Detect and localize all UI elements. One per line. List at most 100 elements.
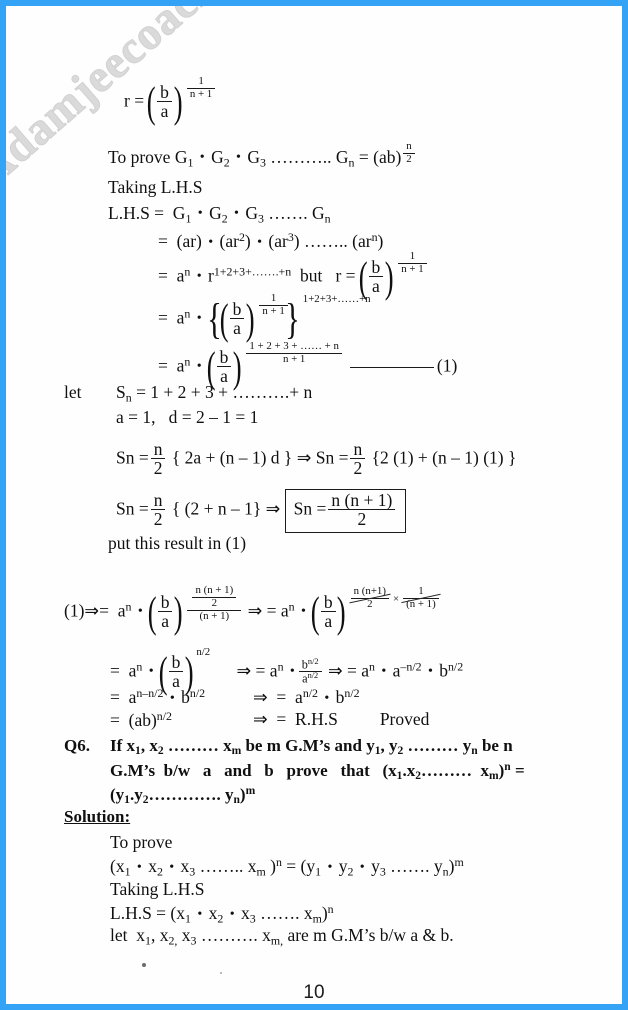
scan-speck	[220, 972, 222, 974]
exp-den-paren-n1: (n + 1)	[187, 609, 242, 622]
implies-arrow-4: ⇒ =	[236, 660, 266, 681]
solution-to-prove: To prove	[110, 832, 173, 852]
brace-group: ba 1n + 1	[204, 293, 303, 338]
fraction-b-over-a-7: ba	[168, 653, 184, 690]
fraction-n-over-2: n2	[403, 140, 415, 165]
label-but: but	[299, 265, 323, 286]
fraction-b-over-a-6: ba	[320, 593, 336, 630]
fraction-1-over-n1-strike: 1 (n + 1)	[403, 586, 439, 610]
exp-num-1: 1	[198, 75, 204, 88]
equation-ar-terms: = (ar) • (ar2) • (ar3) …….. (arn)	[158, 230, 384, 252]
exp-num-n: n	[406, 140, 412, 153]
exponent-1-over-n1-2: 1n + 1	[396, 251, 428, 276]
reference-arrow-label: (1)⇒=	[64, 600, 109, 621]
paren-b-over-a-6: ba	[308, 593, 349, 631]
fraction-b-over-a-3: ba	[229, 300, 245, 337]
equation-combine-result: ⇒ = an/2 • bn/2	[253, 686, 360, 708]
statement-to-prove: To prove G1 • G2 • G3 ……….. Gn = (ab) n 2	[108, 141, 417, 173]
equation-sn-series: Sn = 1 + 2 + 3 + ……….+ n	[116, 382, 313, 405]
equation-a-d-values: a = 1, d = 2 – 1 = 1	[116, 407, 259, 427]
solution-lhs-expression: L.H.S = (x1 • x2 • x3 ……. xm)n	[110, 902, 334, 926]
fraction-n-over-2-c: n2	[350, 440, 366, 477]
exponent-1-over-n1-3: 1n + 1	[257, 293, 289, 318]
fraction-b-over-a-5: ba	[157, 593, 173, 630]
fraction-bn2-over-an2: bn/2 an/2	[298, 657, 322, 685]
paren-b-over-a-2: ba	[356, 258, 397, 296]
equation-sn-formula: Sn = n 2 { 2a + (n – 1) d } ⇒ Sn = n 2 {2 (1…	[116, 440, 517, 478]
exp-num-sum: 1 + 2 + 3 + …… + n	[249, 340, 339, 353]
implies-arrow-5: ⇒ =	[327, 660, 357, 681]
equation-combine-exponents: = an–n/2 • bn/2	[110, 686, 206, 708]
equation-final-ab: = (ab)n/2	[110, 709, 172, 731]
solution-label: Solution:	[64, 807, 131, 826]
boxed-den: 2	[328, 509, 396, 528]
exp-den-n1: n + 1	[186, 87, 216, 100]
label-proved: Proved	[379, 709, 430, 729]
exponent-sum-series: 1+2+3+……+n	[302, 293, 371, 306]
equation-an-r-sum: = an • r1+2+3+…….+n but r =ba1n + 1	[158, 251, 429, 296]
exponent-one-over-n-plus-one: 1n + 1	[185, 75, 217, 101]
fraction-n-over-2-d: n2	[150, 491, 166, 528]
exp-den-2: 2	[403, 152, 415, 165]
fraction-b-over-a-4: ba	[216, 348, 232, 385]
solution-taking-lhs: Taking L.H.S	[110, 879, 205, 899]
question-q6-line3: (y1.y2…………. yn)m	[110, 784, 256, 807]
equation-lhs-product: L.H.S = G1 • G2 • G3 ……. Gn	[108, 203, 331, 226]
exponent-n-over-2-inline: n/2	[196, 646, 211, 659]
solution-let-statement: let x1, x2, x3 ………. xm, are m G.M’s b/w …	[110, 925, 454, 948]
paren-b-over-a-4: ba	[204, 348, 245, 386]
sn-brace-general: { 2a + (n – 1) d }	[171, 447, 293, 468]
fraction-b-over-a: ba	[157, 83, 172, 120]
multiply-sign: ×	[392, 592, 400, 605]
equation-an-brace-power: = an •ba1n + 11+2+3+……+n	[158, 293, 371, 338]
label-let: let	[64, 382, 82, 402]
sn-left-label-2: Sn =	[116, 498, 149, 519]
page-number: 10	[303, 982, 325, 1003]
fraction-b-over-a-2: ba	[368, 258, 384, 295]
inner-fraction-n-n1-2: n (n + 1) 2	[192, 585, 237, 609]
implies-arrow-3: ⇒ =	[247, 600, 277, 621]
paren-b-over-a-3: ba	[217, 300, 258, 338]
exponent-sum-over-n1: 1 + 2 + 3 + …… + nn + 1	[244, 340, 344, 366]
frac-num-b-n2: bn/2	[301, 657, 319, 672]
equation-rhs-proved: ⇒ = R.H.S Proved	[253, 709, 430, 729]
fraction-1-over-n1: 1n + 1	[186, 75, 216, 100]
boxed-num: n (n + 1)	[331, 490, 393, 510]
equation-sn-simplified: Sn = n 2 { (2 + n – 1} ⇒ Sn = n (n + 1) 2	[116, 489, 407, 534]
fraction-n-over-2-b: n2	[150, 440, 166, 477]
equation-r-value: r = ba 1n + 1	[124, 76, 217, 121]
label-taking-lhs: Taking L.H.S	[108, 177, 203, 197]
reference-rule	[349, 366, 434, 368]
exp-den-n1-b: n + 1	[246, 352, 342, 365]
frac-den-a-n2: an/2	[298, 671, 322, 685]
exponent-complex-fraction: n (n + 1) 2 (n + 1)	[185, 585, 243, 623]
paren-b-over-a-5: ba	[145, 593, 186, 631]
equation-substitute-result: (1)⇒= an •ban (n + 1)2(n + 1) ⇒ = an •ba…	[64, 585, 441, 631]
fraction-numerator-b: b	[160, 82, 169, 102]
paren-b-over-a: ba	[144, 83, 185, 121]
exponent-product-form: n (n+1) 2 × 1 (n + 1)	[349, 586, 441, 611]
implies-arrow-1: ⇒	[296, 447, 312, 468]
r-equals-label: r =	[124, 90, 145, 111]
page-content: r =ba1n + 1 To prove G1 • G2 • G3 ……….. …	[6, 6, 622, 1004]
question-q6-line2: G.M’s b/w a and b prove that (x1.x2……… x…	[110, 760, 525, 783]
sn-right-label: Sn =	[315, 447, 349, 468]
fraction-denominator-a: a	[157, 101, 172, 120]
boxed-sn-label: Sn =	[293, 498, 327, 519]
scan-speck	[142, 963, 146, 967]
label-put-result: put this result in (1)	[108, 533, 247, 553]
boxed-sn-result: Sn = n (n + 1) 2	[284, 489, 407, 534]
fraction-n-n1-over-2: n (n + 1) 2	[328, 490, 396, 528]
fraction-n-n1-over-2-strike: n (n+1) 2	[350, 586, 389, 610]
sn-brace-simplified: { (2 + n – 1}	[171, 498, 262, 519]
page-frame: Adamjeecoaching.blogspot.com r =ba1n + 1…	[0, 0, 628, 1010]
exponent-n-over-2: n2	[401, 140, 416, 166]
reference-label-1: (1)	[436, 355, 458, 376]
equation-result-one: = an •ba1 + 2 + 3 + …… + nn + 1(1)	[158, 341, 458, 386]
solution-equation-prove: (x1 • x2 • x3 …….. xm )n = (y1 • y2 • y3…	[110, 855, 464, 879]
sn-brace-substituted: {2 (1) + (n – 1) (1) }	[371, 447, 517, 468]
question-q6-line1: If x1, x2 ……… xm be m G.M’s and y1, y2 ……	[110, 736, 513, 758]
sn-left-label: Sn =	[116, 447, 149, 468]
question-label-q6: Q6.	[64, 736, 90, 755]
implies-arrow-2: ⇒	[265, 498, 281, 519]
